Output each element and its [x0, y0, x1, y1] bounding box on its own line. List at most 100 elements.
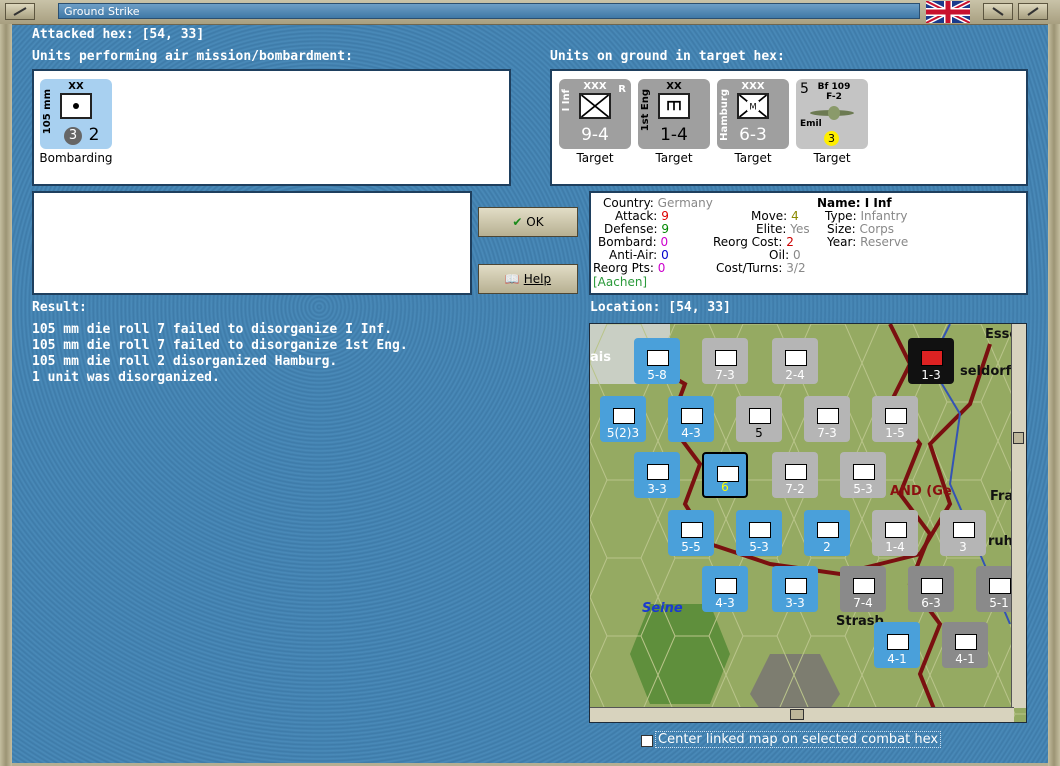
map-unit-counter[interactable]: 4-3: [668, 396, 714, 442]
ground-unit-counter[interactable]: XXX Hamburg M 6-3: [717, 79, 789, 149]
map-label: Seine: [642, 601, 683, 616]
help-button[interactable]: 📖 Help: [478, 264, 578, 294]
artillery-symbol-icon: [60, 93, 92, 119]
unit-value: 5: [755, 426, 763, 440]
map-unit-counter[interactable]: 5: [736, 396, 782, 442]
center-map-checkbox[interactable]: [641, 735, 653, 747]
ok-button-label: OK: [526, 215, 544, 229]
map-unit-counter[interactable]: 7-3: [702, 338, 748, 384]
result-line: 105 mm die roll 7 failed to disorganize …: [32, 322, 393, 337]
attacked-hex-label: Attacked hex: [54, 33]: [32, 27, 205, 42]
name-row: Name: I Inf: [817, 196, 892, 210]
title-bar: Ground Strike: [0, 0, 1060, 25]
location-tag[interactable]: [Aachen]: [593, 275, 647, 289]
map-unit-counter[interactable]: 4-1: [874, 622, 920, 668]
unit-info-panel: Country: Germany Attack: 9 Defense: 9 Bo…: [589, 191, 1028, 295]
map-unit-counter[interactable]: 3-3: [772, 566, 818, 612]
map-unit-counter[interactable]: 3: [940, 510, 986, 556]
country-row: Country: Germany: [603, 196, 713, 210]
map-unit-counter[interactable]: 5-3: [736, 510, 782, 556]
unit-value: 2: [823, 540, 831, 554]
unit-value: 7-3: [715, 368, 735, 382]
unit-symbol-icon: [817, 522, 839, 538]
elite-row: Elite: Yes: [756, 222, 810, 236]
unit-symbol-icon: [681, 522, 703, 538]
horizontal-scrollbar[interactable]: [590, 707, 1014, 722]
reorg-pts-row: Reorg Pts: 0: [593, 261, 666, 275]
center-map-label[interactable]: Center linked map on selected combat hex: [655, 731, 942, 748]
left-frame-post: [0, 24, 12, 766]
ground-unit-counter[interactable]: XX 1st Eng 1-4: [638, 79, 710, 149]
map-unit-counter[interactable]: 1-5: [872, 396, 918, 442]
restore-button[interactable]: [983, 3, 1013, 20]
unit-value: 5-3: [749, 540, 769, 554]
unit-value: 4-3: [681, 426, 701, 440]
map-unit-counter[interactable]: 5-8: [634, 338, 680, 384]
map-unit-counter[interactable]: 4-3: [702, 566, 748, 612]
strength-badge: 3: [824, 131, 839, 146]
unit-symbol-icon: [953, 522, 975, 538]
vertical-scrollbar[interactable]: [1011, 324, 1026, 708]
ground-unit-status: Target: [813, 151, 851, 165]
unit-side-label: Emil: [800, 119, 822, 129]
map-unit-counter[interactable]: 1-4: [872, 510, 918, 556]
map-unit-counter[interactable]: 5-5: [668, 510, 714, 556]
help-book-icon: 📖: [504, 272, 520, 286]
result-line: 105 mm die roll 2 disorganized Hamburg.: [32, 354, 338, 369]
ground-unit-counter[interactable]: XXX R I Inf 9-4: [559, 79, 631, 149]
air-unit-counter[interactable]: XX 105 mm 3 2: [40, 79, 112, 149]
ground-unit-status: Target: [655, 151, 693, 165]
unit-value: 1-3: [921, 368, 941, 382]
close-button[interactable]: [1018, 3, 1048, 20]
ok-button[interactable]: ✔ OK: [478, 207, 578, 237]
unit-value: 3-3: [647, 482, 667, 496]
map-unit-counter[interactable]: 4-1: [942, 622, 988, 668]
infantry-symbol-icon: [579, 93, 611, 119]
unit-value: 4-1: [887, 652, 907, 666]
hex-map[interactable]: Essen seldorf Fra ruh Strasb Seine ais A…: [589, 323, 1027, 723]
result-header: Result:: [32, 300, 87, 315]
horizontal-scroll-thumb[interactable]: [790, 709, 804, 720]
map-unit-counter[interactable]: 5(2)3: [600, 396, 646, 442]
map-unit-counter[interactable]: 5-3: [840, 452, 886, 498]
map-unit-counter[interactable]: 3-3: [634, 452, 680, 498]
unit-symbol-icon: [647, 464, 669, 480]
unit-symbol-icon: [887, 634, 909, 650]
unit-value: 6: [721, 480, 729, 494]
unit-value: 7-3: [817, 426, 837, 440]
map-unit-counter[interactable]: 2-4: [772, 338, 818, 384]
air-target-counter[interactable]: 5 Bf 109 F-2 Emil 3: [796, 79, 868, 149]
map-unit-counter[interactable]: 7-4: [840, 566, 886, 612]
result-line: 1 unit was disorganized.: [32, 370, 220, 385]
unit-symbol-icon: [785, 578, 807, 594]
unit-symbol-icon: [921, 350, 943, 366]
vertical-scroll-thumb[interactable]: [1013, 432, 1024, 444]
map-unit-counter[interactable]: 7-3: [804, 396, 850, 442]
window-title: Ground Strike: [58, 3, 920, 19]
unit-symbol-icon: [749, 522, 771, 538]
plane-icon: [749, 408, 771, 424]
unit-side-label: I Inf: [561, 89, 572, 112]
ground-unit-status: Target: [576, 151, 614, 165]
minimize-button[interactable]: [5, 3, 35, 20]
move-row: Move: 4: [751, 209, 799, 223]
engineer-symbol-icon: [658, 93, 690, 119]
message-panel: [32, 191, 472, 295]
collapse-icon: [13, 7, 27, 16]
unit-value: 5-5: [681, 540, 701, 554]
result-line: 105 mm die roll 7 failed to disorganize …: [32, 338, 408, 353]
ground-unit-status: Target: [734, 151, 772, 165]
map-unit-counter[interactable]: 6: [702, 452, 748, 498]
unit-symbol-icon: [785, 464, 807, 480]
map-unit-counter[interactable]: 1-3: [908, 338, 954, 384]
location-header: Location: [54, 33]: [590, 300, 731, 315]
unit-symbol-icon: [921, 578, 943, 594]
ground-units-header: Units on ground in target hex:: [550, 49, 785, 64]
map-label: ais: [590, 350, 611, 365]
unit-symbol-icon: [785, 350, 807, 366]
mechanized-symbol-icon: M: [737, 93, 769, 119]
unit-size: Bf 109 F-2: [817, 82, 851, 102]
map-unit-counter[interactable]: 6-3: [908, 566, 954, 612]
map-unit-counter[interactable]: 7-2: [772, 452, 818, 498]
map-unit-counter[interactable]: 2: [804, 510, 850, 556]
